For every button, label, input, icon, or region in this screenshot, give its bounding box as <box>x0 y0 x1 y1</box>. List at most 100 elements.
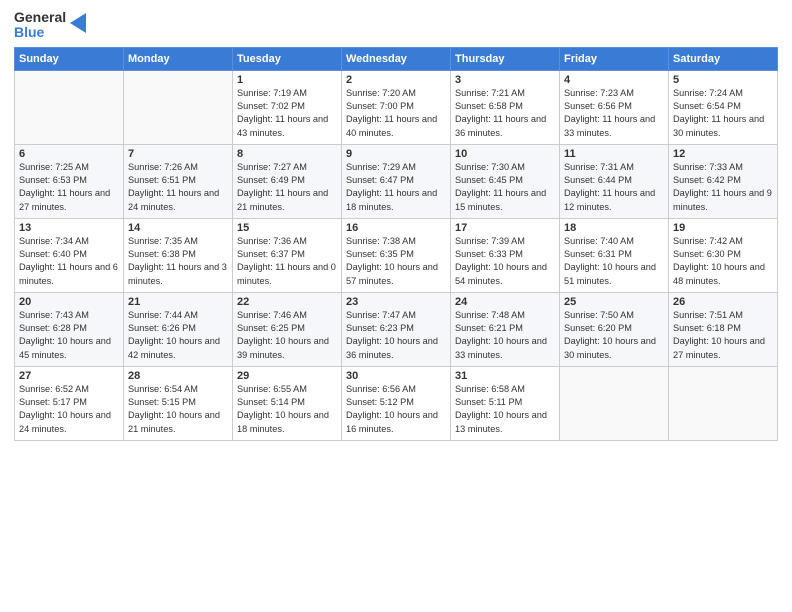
logo: General Blue <box>14 10 90 41</box>
day-info: Sunrise: 7:44 AMSunset: 6:26 PMDaylight:… <box>128 309 228 362</box>
day-cell: 11Sunrise: 7:31 AMSunset: 6:44 PMDayligh… <box>560 144 669 218</box>
day-cell: 25Sunrise: 7:50 AMSunset: 6:20 PMDayligh… <box>560 292 669 366</box>
day-info: Sunrise: 7:43 AMSunset: 6:28 PMDaylight:… <box>19 309 119 362</box>
day-info: Sunrise: 7:46 AMSunset: 6:25 PMDaylight:… <box>237 309 337 362</box>
col-header-friday: Friday <box>560 47 669 70</box>
logo-general: General <box>14 10 66 25</box>
col-header-saturday: Saturday <box>669 47 778 70</box>
day-cell: 1Sunrise: 7:19 AMSunset: 7:02 PMDaylight… <box>233 70 342 144</box>
day-cell: 29Sunrise: 6:55 AMSunset: 5:14 PMDayligh… <box>233 366 342 440</box>
day-cell: 20Sunrise: 7:43 AMSunset: 6:28 PMDayligh… <box>15 292 124 366</box>
calendar-header: SundayMondayTuesdayWednesdayThursdayFrid… <box>15 47 778 70</box>
day-info: Sunrise: 7:30 AMSunset: 6:45 PMDaylight:… <box>455 161 555 214</box>
day-cell: 22Sunrise: 7:46 AMSunset: 6:25 PMDayligh… <box>233 292 342 366</box>
week-row-2: 6Sunrise: 7:25 AMSunset: 6:53 PMDaylight… <box>15 144 778 218</box>
day-number: 12 <box>673 148 773 160</box>
day-info: Sunrise: 7:35 AMSunset: 6:38 PMDaylight:… <box>128 235 228 288</box>
day-info: Sunrise: 7:50 AMSunset: 6:20 PMDaylight:… <box>564 309 664 362</box>
day-info: Sunrise: 7:34 AMSunset: 6:40 PMDaylight:… <box>19 235 119 288</box>
col-header-tuesday: Tuesday <box>233 47 342 70</box>
week-row-3: 13Sunrise: 7:34 AMSunset: 6:40 PMDayligh… <box>15 218 778 292</box>
day-number: 15 <box>237 222 337 234</box>
day-number: 4 <box>564 74 664 86</box>
day-cell: 3Sunrise: 7:21 AMSunset: 6:58 PMDaylight… <box>451 70 560 144</box>
logo-blue: Blue <box>14 25 66 40</box>
day-number: 19 <box>673 222 773 234</box>
day-number: 7 <box>128 148 228 160</box>
calendar-table: SundayMondayTuesdayWednesdayThursdayFrid… <box>14 47 778 441</box>
day-cell: 15Sunrise: 7:36 AMSunset: 6:37 PMDayligh… <box>233 218 342 292</box>
day-cell: 19Sunrise: 7:42 AMSunset: 6:30 PMDayligh… <box>669 218 778 292</box>
day-info: Sunrise: 7:39 AMSunset: 6:33 PMDaylight:… <box>455 235 555 288</box>
day-number: 24 <box>455 296 555 308</box>
day-info: Sunrise: 7:31 AMSunset: 6:44 PMDaylight:… <box>564 161 664 214</box>
day-number: 16 <box>346 222 446 234</box>
day-number: 11 <box>564 148 664 160</box>
calendar-body: 1Sunrise: 7:19 AMSunset: 7:02 PMDaylight… <box>15 70 778 440</box>
day-cell: 12Sunrise: 7:33 AMSunset: 6:42 PMDayligh… <box>669 144 778 218</box>
day-cell: 26Sunrise: 7:51 AMSunset: 6:18 PMDayligh… <box>669 292 778 366</box>
day-info: Sunrise: 7:51 AMSunset: 6:18 PMDaylight:… <box>673 309 773 362</box>
day-info: Sunrise: 7:33 AMSunset: 6:42 PMDaylight:… <box>673 161 773 214</box>
day-cell: 7Sunrise: 7:26 AMSunset: 6:51 PMDaylight… <box>124 144 233 218</box>
day-number: 30 <box>346 370 446 382</box>
day-cell: 2Sunrise: 7:20 AMSunset: 7:00 PMDaylight… <box>342 70 451 144</box>
day-number: 1 <box>237 74 337 86</box>
col-header-sunday: Sunday <box>15 47 124 70</box>
day-cell: 30Sunrise: 6:56 AMSunset: 5:12 PMDayligh… <box>342 366 451 440</box>
day-number: 3 <box>455 74 555 86</box>
day-info: Sunrise: 7:21 AMSunset: 6:58 PMDaylight:… <box>455 87 555 140</box>
day-cell: 24Sunrise: 7:48 AMSunset: 6:21 PMDayligh… <box>451 292 560 366</box>
day-cell: 27Sunrise: 6:52 AMSunset: 5:17 PMDayligh… <box>15 366 124 440</box>
day-cell: 17Sunrise: 7:39 AMSunset: 6:33 PMDayligh… <box>451 218 560 292</box>
day-info: Sunrise: 7:48 AMSunset: 6:21 PMDaylight:… <box>455 309 555 362</box>
day-info: Sunrise: 7:19 AMSunset: 7:02 PMDaylight:… <box>237 87 337 140</box>
day-info: Sunrise: 7:47 AMSunset: 6:23 PMDaylight:… <box>346 309 446 362</box>
col-header-monday: Monday <box>124 47 233 70</box>
day-number: 8 <box>237 148 337 160</box>
day-cell: 9Sunrise: 7:29 AMSunset: 6:47 PMDaylight… <box>342 144 451 218</box>
day-number: 14 <box>128 222 228 234</box>
day-cell: 16Sunrise: 7:38 AMSunset: 6:35 PMDayligh… <box>342 218 451 292</box>
day-number: 18 <box>564 222 664 234</box>
day-info: Sunrise: 6:52 AMSunset: 5:17 PMDaylight:… <box>19 383 119 436</box>
day-cell <box>560 366 669 440</box>
day-info: Sunrise: 7:42 AMSunset: 6:30 PMDaylight:… <box>673 235 773 288</box>
day-info: Sunrise: 7:38 AMSunset: 6:35 PMDaylight:… <box>346 235 446 288</box>
day-number: 21 <box>128 296 228 308</box>
day-number: 27 <box>19 370 119 382</box>
day-number: 13 <box>19 222 119 234</box>
day-number: 6 <box>19 148 119 160</box>
day-info: Sunrise: 7:24 AMSunset: 6:54 PMDaylight:… <box>673 87 773 140</box>
day-cell: 31Sunrise: 6:58 AMSunset: 5:11 PMDayligh… <box>451 366 560 440</box>
day-cell: 10Sunrise: 7:30 AMSunset: 6:45 PMDayligh… <box>451 144 560 218</box>
day-info: Sunrise: 7:20 AMSunset: 7:00 PMDaylight:… <box>346 87 446 140</box>
day-cell: 21Sunrise: 7:44 AMSunset: 6:26 PMDayligh… <box>124 292 233 366</box>
day-cell <box>669 366 778 440</box>
day-info: Sunrise: 7:26 AMSunset: 6:51 PMDaylight:… <box>128 161 228 214</box>
day-info: Sunrise: 7:27 AMSunset: 6:49 PMDaylight:… <box>237 161 337 214</box>
week-row-1: 1Sunrise: 7:19 AMSunset: 7:02 PMDaylight… <box>15 70 778 144</box>
day-info: Sunrise: 6:56 AMSunset: 5:12 PMDaylight:… <box>346 383 446 436</box>
day-info: Sunrise: 6:58 AMSunset: 5:11 PMDaylight:… <box>455 383 555 436</box>
day-number: 5 <box>673 74 773 86</box>
day-info: Sunrise: 6:54 AMSunset: 5:15 PMDaylight:… <box>128 383 228 436</box>
week-row-4: 20Sunrise: 7:43 AMSunset: 6:28 PMDayligh… <box>15 292 778 366</box>
day-info: Sunrise: 7:29 AMSunset: 6:47 PMDaylight:… <box>346 161 446 214</box>
day-number: 10 <box>455 148 555 160</box>
day-cell: 4Sunrise: 7:23 AMSunset: 6:56 PMDaylight… <box>560 70 669 144</box>
day-cell: 6Sunrise: 7:25 AMSunset: 6:53 PMDaylight… <box>15 144 124 218</box>
main-container: General Blue SundayMondayTuesdayWednesda… <box>0 0 792 447</box>
day-info: Sunrise: 7:40 AMSunset: 6:31 PMDaylight:… <box>564 235 664 288</box>
day-cell <box>124 70 233 144</box>
header-row: SundayMondayTuesdayWednesdayThursdayFrid… <box>15 47 778 70</box>
week-row-5: 27Sunrise: 6:52 AMSunset: 5:17 PMDayligh… <box>15 366 778 440</box>
day-number: 17 <box>455 222 555 234</box>
day-number: 20 <box>19 296 119 308</box>
day-info: Sunrise: 7:25 AMSunset: 6:53 PMDaylight:… <box>19 161 119 214</box>
day-info: Sunrise: 7:23 AMSunset: 6:56 PMDaylight:… <box>564 87 664 140</box>
day-number: 2 <box>346 74 446 86</box>
day-info: Sunrise: 7:36 AMSunset: 6:37 PMDaylight:… <box>237 235 337 288</box>
day-number: 22 <box>237 296 337 308</box>
col-header-thursday: Thursday <box>451 47 560 70</box>
